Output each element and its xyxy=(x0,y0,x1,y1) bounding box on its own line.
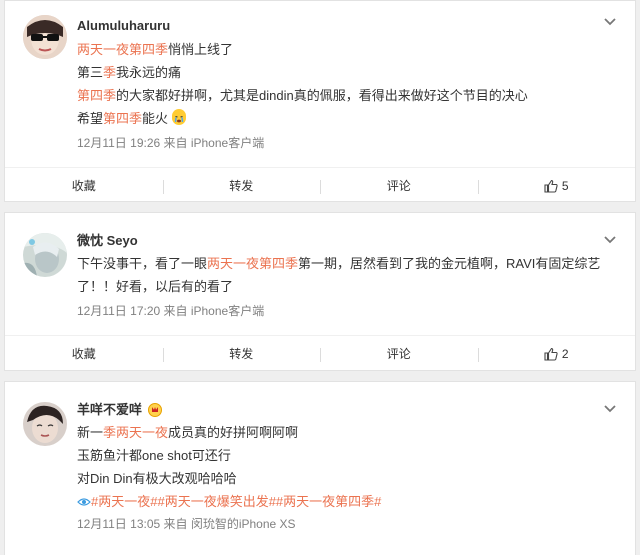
topic-link[interactable]: 两天一夜第四季 xyxy=(207,256,298,271)
text-span: 新一 xyxy=(77,425,104,440)
text-span: 我永远的痛 xyxy=(116,65,182,80)
collect-button[interactable]: 收藏 xyxy=(5,168,163,203)
repost-button[interactable]: 转发 xyxy=(162,336,321,371)
text-span: 对Din Din有极大改观哈哈哈 xyxy=(77,471,237,486)
text-span: 成员真的好拼阿啊阿啊 xyxy=(168,425,299,440)
text-span: 第一期，居然看到了我的金元植啊，RAVI有固定综艺 xyxy=(298,256,601,271)
text-span: 悄悄上线了 xyxy=(168,42,234,57)
like-count: 2 xyxy=(561,346,569,361)
post-line: 玉筋鱼汁都one shot可还行 xyxy=(77,444,635,467)
post-body: 微忱 Seyo 下午没事干，看了一眼两天一夜第四季第一期，居然看到了我的金元植啊… xyxy=(5,213,635,319)
post-card: 羊咩不爱咩 新一季两天一夜成员真的好拼阿啊阿啊 玉筋鱼汁都one shot可还行… xyxy=(4,381,636,555)
comment-button[interactable]: 评论 xyxy=(320,336,478,371)
comment-button[interactable]: 评论 xyxy=(320,168,478,203)
post-text: 下午没事干，看了一眼两天一夜第四季第一期，居然看到了我的金元植啊，RAVI有固定… xyxy=(77,252,635,298)
action-bar: 收藏 转发 评论 5 xyxy=(5,167,635,203)
post-line: 两天一夜第四季悄悄上线了 xyxy=(77,38,635,61)
post-line: 希望第四季能火 xyxy=(77,107,635,130)
collect-label: 收藏 xyxy=(71,179,96,193)
topic-link[interactable]: 第四季 xyxy=(103,111,142,126)
comment-label: 评论 xyxy=(386,179,411,193)
text-span: 的大家都好拼啊，尤其是dindin真的佩服，看得出来做好这个节目的决心 xyxy=(116,88,528,103)
crown-badge-icon[interactable] xyxy=(148,403,163,417)
post-body: Alumuluharuru 两天一夜第四季悄悄上线了 第三季我永远的痛 第四季的… xyxy=(5,1,635,151)
post-line: 对Din Din有极大改观哈哈哈 xyxy=(77,467,635,490)
topic-eye-icon xyxy=(77,498,91,506)
text-span: 玉筋鱼汁都one shot可还行 xyxy=(77,448,231,463)
action-bar: 收藏 转发 评论 2 xyxy=(5,335,635,371)
username[interactable]: 羊咩不爱咩 xyxy=(77,401,142,419)
topic-link[interactable]: 第四季 xyxy=(77,88,116,103)
post-card: 微忱 Seyo 下午没事干，看了一眼两天一夜第四季第一期，居然看到了我的金元植啊… xyxy=(4,212,636,371)
comment-label: 评论 xyxy=(386,347,411,361)
post-card: Alumuluharuru 两天一夜第四季悄悄上线了 第三季我永远的痛 第四季的… xyxy=(4,0,636,202)
post-text: 新一季两天一夜成员真的好拼阿啊阿啊 玉筋鱼汁都one shot可还行 对Din … xyxy=(77,421,635,513)
repost-button[interactable]: 转发 xyxy=(162,168,321,203)
collect-button[interactable]: 收藏 xyxy=(5,336,163,371)
topic-links[interactable]: #两天一夜##两天一夜爆笑出发##两天一夜第四季# xyxy=(91,494,381,509)
post-meta: 12月11日 13:05 来自 闵玧智的iPhone XS xyxy=(77,517,296,531)
username[interactable]: Alumuluharuru xyxy=(77,17,170,35)
crying-emoji-icon xyxy=(171,109,186,125)
topic-link[interactable]: 季 xyxy=(103,65,116,80)
post-text: 两天一夜第四季悄悄上线了 第三季我永远的痛 第四季的大家都好拼啊，尤其是dind… xyxy=(77,38,635,130)
post-meta: 12月11日 19:26 来自 iPhone客户端 xyxy=(77,136,265,150)
post-line: 新一季两天一夜成员真的好拼阿啊阿啊 xyxy=(77,421,635,444)
topic-line: #两天一夜##两天一夜爆笑出发##两天一夜第四季# xyxy=(77,490,635,513)
like-count: 5 xyxy=(561,178,569,193)
text-span: 第三 xyxy=(77,65,104,80)
repost-label: 转发 xyxy=(229,347,254,361)
repost-label: 转发 xyxy=(229,179,254,193)
post-line: 第三季我永远的痛 xyxy=(77,61,635,84)
text-span: 下午没事干，看了一眼 xyxy=(77,256,208,271)
topic-link[interactable]: 两天一夜第四季 xyxy=(77,42,168,57)
username[interactable]: 微忱 Seyo xyxy=(77,232,138,250)
like-button[interactable]: 2 xyxy=(477,336,636,371)
post-meta: 12月11日 17:20 来自 iPhone客户端 xyxy=(77,304,265,318)
thumbs-up-icon xyxy=(544,347,558,361)
collect-label: 收藏 xyxy=(71,347,96,361)
post-line: 第四季的大家都好拼啊，尤其是dindin真的佩服，看得出来做好这个节目的决心 xyxy=(77,84,635,107)
text-span: 能火 xyxy=(142,111,169,126)
text-span: 了！！好看，以后有的看了 xyxy=(77,279,234,294)
topic-link[interactable]: 季两天一夜 xyxy=(103,425,168,440)
thumbs-up-icon xyxy=(544,179,558,193)
text-span: 希望 xyxy=(77,111,104,126)
like-button[interactable]: 5 xyxy=(477,168,636,203)
post-line: 了！！好看，以后有的看了 xyxy=(77,275,635,298)
post-line: 下午没事干，看了一眼两天一夜第四季第一期，居然看到了我的金元植啊，RAVI有固定… xyxy=(77,252,635,275)
post-body: 羊咩不爱咩 新一季两天一夜成员真的好拼阿啊阿啊 玉筋鱼汁都one shot可还行… xyxy=(5,382,635,532)
